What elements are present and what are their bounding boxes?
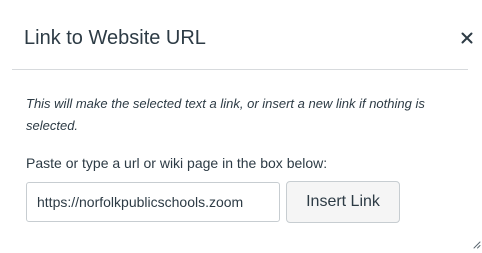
url-prompt-label: Paste or type a url or wiki page in the … (26, 155, 328, 171)
dialog-title: Link to Website URL (24, 27, 206, 49)
close-icon (461, 32, 473, 44)
link-to-website-dialog: Link to Website URL This will make the s… (0, 0, 482, 253)
resize-grip-icon[interactable] (472, 240, 481, 249)
dialog-header: Link to Website URL (0, 0, 482, 70)
url-input[interactable] (26, 182, 280, 222)
close-button[interactable] (454, 25, 480, 51)
insert-link-button[interactable]: Insert Link (286, 181, 400, 223)
dialog-description: This will make the selected text a link,… (26, 96, 425, 133)
header-divider (12, 69, 468, 70)
